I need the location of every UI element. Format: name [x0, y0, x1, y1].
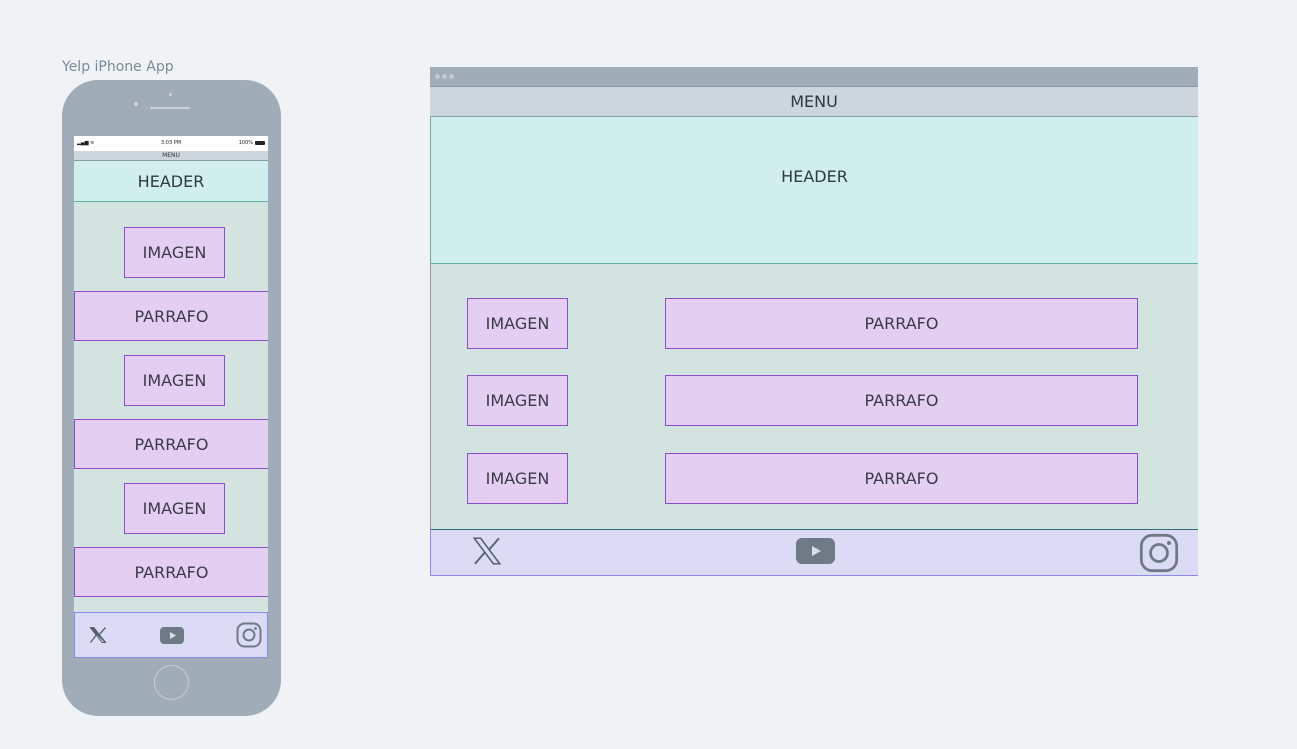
- home-button[interactable]: [154, 665, 189, 700]
- frame-label: Yelp iPhone App: [62, 59, 174, 75]
- desktop-paragraph-block: PARRAFO: [665, 298, 1138, 349]
- status-bar: ▂▄▆ ≋ 3:03 PM 100%: [74, 136, 268, 151]
- proximity-sensor: [169, 93, 172, 96]
- desktop-image-placeholder: IMAGEN: [467, 453, 568, 504]
- phone-image-placeholder: IMAGEN: [124, 227, 225, 278]
- desktop-image-placeholder: IMAGEN: [467, 298, 568, 349]
- maximize-dot[interactable]: [449, 74, 454, 79]
- phone-frame: ▂▄▆ ≋ 3:03 PM 100% MENU HEADER IMAGEN PA…: [62, 80, 281, 716]
- battery-percent: 100%: [238, 140, 253, 146]
- youtube-icon[interactable]: [160, 626, 184, 644]
- phone-image-placeholder: IMAGEN: [124, 483, 225, 534]
- instagram-icon[interactable]: [1138, 532, 1180, 574]
- youtube-icon[interactable]: [795, 537, 835, 565]
- desktop-image-placeholder: IMAGEN: [467, 375, 568, 426]
- phone-paragraph-block: PARRAFO: [74, 419, 268, 469]
- phone-menu-bar[interactable]: MENU: [74, 151, 268, 161]
- x-logo-icon[interactable]: [87, 624, 109, 646]
- desktop-header: HEADER: [430, 117, 1198, 264]
- desktop-window: MENU HEADER IMAGEN PARRAFO IMAGEN PARRAF…: [430, 67, 1198, 577]
- desktop-footer: [430, 529, 1198, 576]
- phone-image-placeholder: IMAGEN: [124, 355, 225, 406]
- phone-paragraph-block: PARRAFO: [74, 291, 268, 341]
- earpiece-speaker: [150, 107, 190, 109]
- front-camera: [134, 102, 138, 106]
- minimize-dot[interactable]: [442, 74, 447, 79]
- x-logo-icon[interactable]: [469, 533, 505, 569]
- desktop-content: IMAGEN PARRAFO IMAGEN PARRAFO IMAGEN PAR…: [430, 264, 1198, 530]
- battery-icon: [255, 141, 265, 145]
- window-controls[interactable]: [435, 74, 454, 79]
- desktop-paragraph-block: PARRAFO: [665, 453, 1138, 504]
- battery-indicator: 100%: [239, 140, 265, 146]
- phone-header: HEADER: [74, 161, 268, 202]
- phone-screen: ▂▄▆ ≋ 3:03 PM 100% MENU HEADER IMAGEN PA…: [74, 136, 268, 658]
- desktop-paragraph-block: PARRAFO: [665, 375, 1138, 426]
- phone-paragraph-block: PARRAFO: [74, 547, 268, 597]
- phone-footer: [74, 612, 268, 658]
- desktop-menu-bar[interactable]: MENU: [430, 86, 1198, 117]
- instagram-icon[interactable]: [236, 622, 262, 648]
- close-dot[interactable]: [435, 74, 440, 79]
- window-titlebar: [430, 67, 1198, 86]
